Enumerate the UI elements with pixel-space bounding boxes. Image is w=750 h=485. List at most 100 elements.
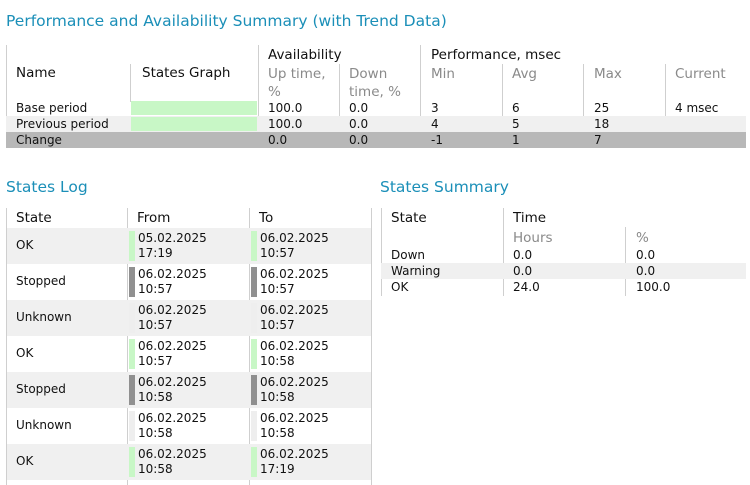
row-avg: 1	[512, 133, 520, 147]
summary-hours: 0.0	[513, 248, 533, 262]
log-from-time: 10:58	[138, 390, 173, 404]
row-downtime: 0.0	[349, 117, 369, 131]
log-from-date: 06.02.2025	[138, 447, 207, 461]
row-max: 18	[594, 117, 610, 131]
log-state: OK	[16, 346, 34, 360]
row-min: -1	[431, 133, 443, 147]
log-from-date: 06.02.2025	[138, 411, 207, 425]
log-from-time: 10:57	[138, 318, 173, 332]
header-max: Max	[594, 66, 622, 82]
row-min: 4	[431, 117, 439, 131]
log-to-time: 10:58	[260, 354, 295, 368]
log-to-date: 06.02.2025	[260, 375, 329, 389]
summary-header-time: Time	[513, 210, 547, 226]
log-header-from: From	[137, 210, 171, 226]
log-to-time: 10:57	[260, 318, 295, 332]
states-graph-bar	[131, 117, 257, 131]
state-color-marker	[251, 447, 257, 477]
log-to-time: 10:58	[260, 426, 295, 440]
state-color-marker	[251, 375, 257, 405]
header-avg: Avg	[512, 66, 538, 82]
log-from-date: 06.02.2025	[138, 267, 207, 281]
log-to-date: 06.02.2025	[260, 447, 329, 461]
row-name: Previous period	[16, 117, 109, 131]
row-avg: 5	[512, 117, 520, 131]
log-from-time: 10:58	[138, 426, 173, 440]
perf-row-change	[6, 132, 746, 148]
log-col-separator	[371, 208, 372, 485]
states-graph-bar	[131, 101, 257, 115]
state-color-marker	[251, 411, 257, 441]
log-to-date: 06.02.2025	[260, 267, 329, 281]
log-to-time: 10:57	[260, 282, 295, 296]
log-from-time: 10:57	[138, 354, 173, 368]
log-to-time: 10:57	[260, 246, 295, 260]
row-current: 4 msec	[675, 101, 719, 115]
header-downtime: Down time, %	[349, 66, 401, 100]
summary-col-separator	[625, 227, 626, 296]
header-uptime: Up time, %	[268, 66, 326, 100]
summary-pct: 0.0	[636, 248, 656, 262]
states-summary-title: States Summary	[380, 178, 509, 196]
log-to-time: 17:19	[260, 462, 295, 476]
summary-header-hours: Hours	[513, 230, 553, 246]
summary-header-state: State	[391, 210, 427, 226]
summary-pct: 100.0	[636, 280, 671, 294]
log-state: OK	[16, 238, 34, 252]
header-performance: Performance, msec	[431, 47, 562, 63]
log-header-state: State	[16, 210, 52, 226]
state-color-marker	[129, 267, 135, 297]
log-from-date: 06.02.2025	[138, 375, 207, 389]
row-uptime: 0.0	[268, 133, 288, 147]
row-uptime: 100.0	[268, 117, 303, 131]
row-downtime: 0.0	[349, 101, 369, 115]
state-color-marker	[129, 339, 135, 369]
state-color-marker	[129, 231, 135, 261]
summary-hours: 0.0	[513, 264, 533, 278]
state-color-marker	[129, 447, 135, 477]
row-name: Change	[16, 133, 62, 147]
perf-row-previous	[6, 116, 746, 132]
summary-col-separator	[503, 208, 504, 296]
log-to-date: 06.02.2025	[260, 231, 329, 245]
log-header-to: To	[259, 210, 274, 226]
log-from-time: 10:58	[138, 462, 173, 476]
row-max: 25	[594, 101, 610, 115]
log-to-time: 10:58	[260, 390, 295, 404]
summary-col-separator	[381, 208, 382, 296]
header-availability: Availability	[268, 47, 342, 63]
log-state: OK	[16, 454, 34, 468]
state-color-marker	[251, 339, 257, 369]
header-name: Name	[16, 65, 56, 81]
header-states-graph: States Graph	[142, 65, 231, 81]
summary-header-pct: %	[636, 230, 649, 246]
summary-state: Warning	[391, 264, 441, 278]
log-from-date: 05.02.2025	[138, 231, 207, 245]
log-to-date: 06.02.2025	[260, 339, 329, 353]
perf-row-base	[6, 100, 746, 116]
log-from-time: 17:19	[138, 246, 173, 260]
header-current: Current	[675, 66, 726, 82]
row-downtime: 0.0	[349, 133, 369, 147]
log-state: Stopped	[16, 382, 66, 396]
state-color-marker	[251, 231, 257, 261]
log-to-date: 06.02.2025	[260, 303, 329, 317]
state-color-marker	[251, 303, 257, 333]
log-from-date: 06.02.2025	[138, 339, 207, 353]
row-uptime: 100.0	[268, 101, 303, 115]
state-color-marker	[251, 267, 257, 297]
state-color-marker	[129, 375, 135, 405]
row-name: Base period	[16, 101, 88, 115]
row-avg: 6	[512, 101, 520, 115]
states-log-title: States Log	[6, 178, 88, 196]
row-max: 7	[594, 133, 602, 147]
log-state: Stopped	[16, 274, 66, 288]
state-color-marker	[129, 411, 135, 441]
header-min: Min	[431, 66, 455, 82]
summary-state: Down	[391, 248, 426, 262]
row-min: 3	[431, 101, 439, 115]
log-state: Unknown	[16, 418, 72, 432]
state-color-marker	[129, 303, 135, 333]
log-from-date: 06.02.2025	[138, 303, 207, 317]
perf-col-separator	[130, 64, 131, 102]
